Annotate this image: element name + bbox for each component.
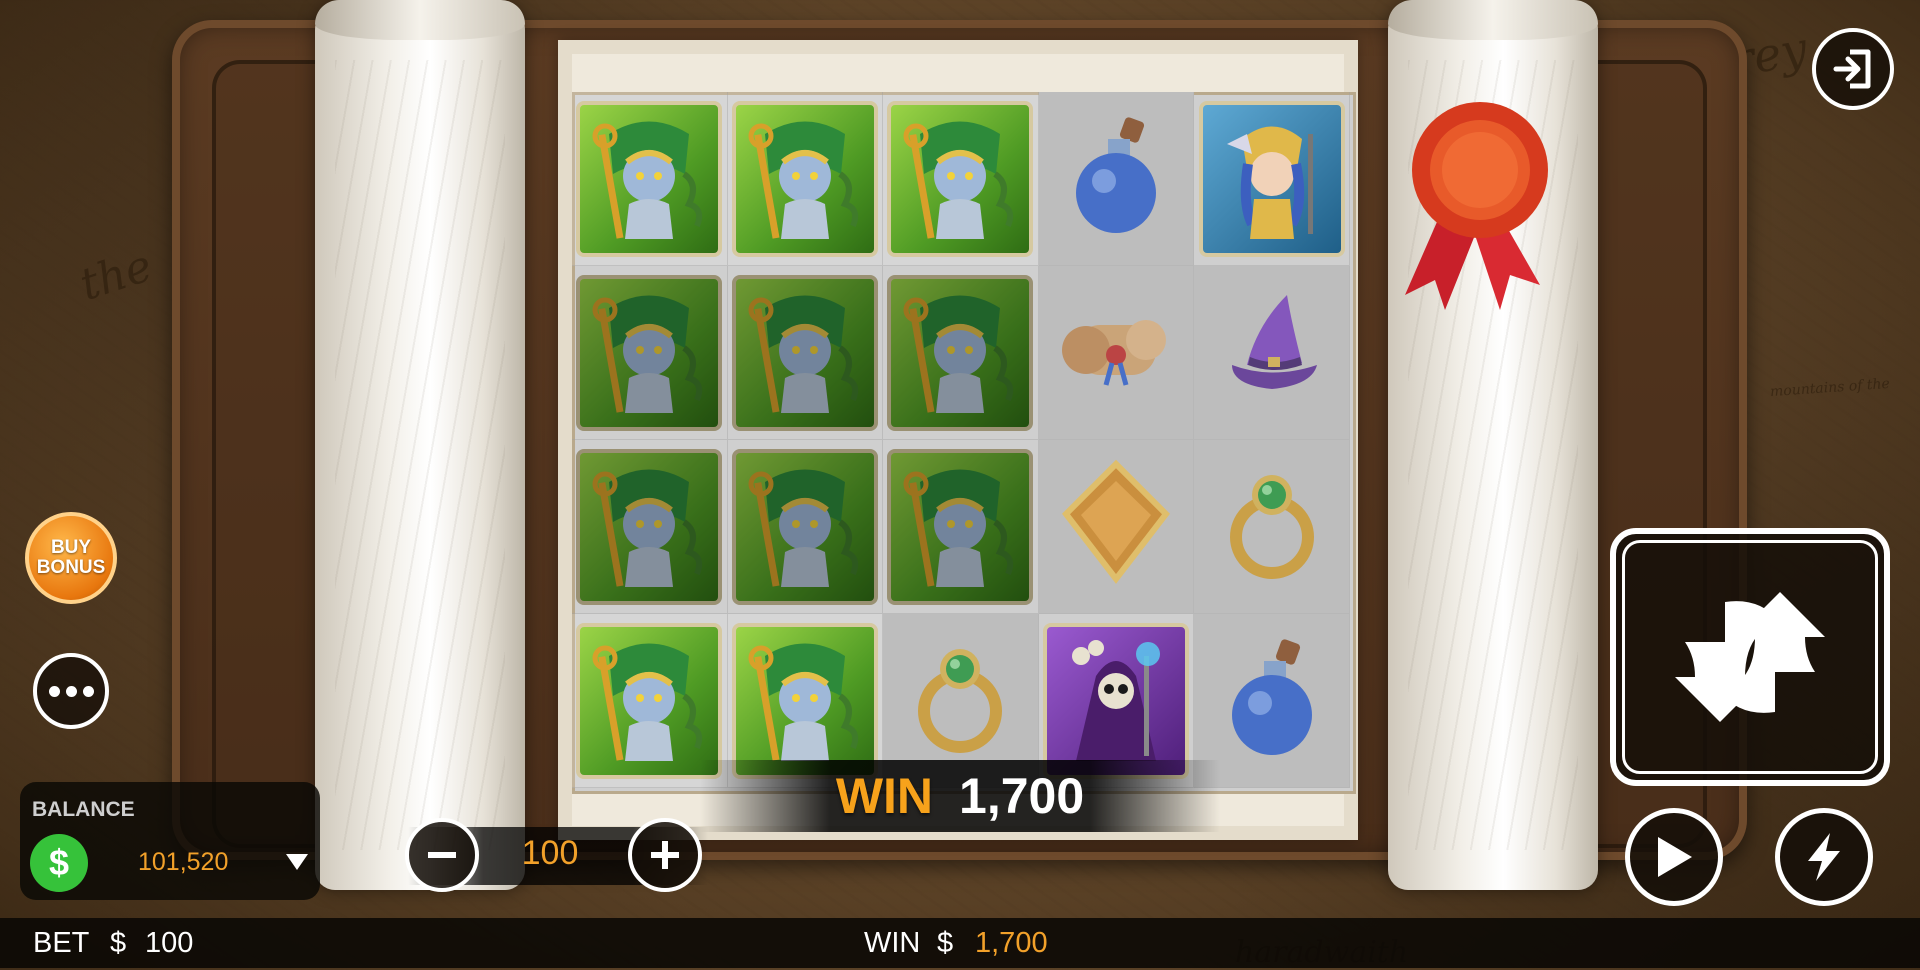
balance-panel: BALANCE $ 101,520 — [20, 782, 320, 900]
buy-bonus-label-line2: BONUS — [36, 557, 106, 578]
dollar-coin-icon: $ — [30, 834, 88, 892]
bet-label: BET — [33, 927, 90, 959]
menu-dot-icon — [82, 685, 94, 697]
balance-dropdown-arrow-icon[interactable] — [286, 854, 308, 870]
wax-seal-icon — [1405, 102, 1548, 310]
reel-cell — [727, 266, 884, 440]
emerald-ring-icon — [900, 633, 1020, 768]
plus-icon — [651, 841, 679, 869]
balance-label: BALANCE — [32, 798, 135, 821]
bet-decrease-button[interactable] — [405, 818, 479, 892]
win-label: WIN — [864, 927, 921, 959]
win-banner-value: 1,700 — [959, 768, 1085, 824]
reel-cell — [1194, 440, 1350, 614]
medusa-warrior-icon — [731, 448, 878, 605]
reel-grid — [572, 92, 1350, 788]
reel-cell — [883, 440, 1039, 614]
skeleton-necromancer-icon — [1043, 622, 1190, 779]
win-banner-label: WIN — [835, 768, 934, 824]
medusa-warrior-icon — [731, 274, 878, 431]
scroll-icon — [1056, 285, 1176, 420]
reel-cell — [1038, 92, 1195, 266]
win-amount: 1,700 — [975, 927, 1048, 959]
medusa-warrior-icon — [887, 448, 1034, 605]
minus-icon — [428, 852, 456, 858]
lightning-icon — [1808, 833, 1840, 881]
blue-valkyrie-icon — [1198, 100, 1345, 257]
wizard-hat-icon — [1212, 285, 1332, 420]
menu-dot-icon — [65, 685, 77, 697]
buy-bonus-button[interactable]: BUY BONUS — [25, 512, 117, 604]
autoplay-button[interactable] — [1625, 808, 1723, 906]
reel-cell — [727, 440, 884, 614]
reel-cell — [883, 92, 1039, 266]
blue-potion-icon — [1212, 633, 1332, 768]
bottom-status-bar: BET $ 100 WIN $ 1,700 — [0, 918, 1920, 968]
blue-potion-icon — [1056, 111, 1176, 246]
emerald-ring-icon — [1212, 459, 1332, 594]
reel-cell — [572, 440, 728, 614]
reel-cell — [727, 92, 884, 266]
win-banner: WIN 1,700 — [700, 760, 1220, 832]
bet-amount: 100 — [145, 927, 194, 959]
bet-increase-button[interactable] — [628, 818, 702, 892]
menu-dot-icon — [48, 685, 60, 697]
exit-button[interactable] — [1812, 28, 1894, 110]
shield-badge-icon — [1056, 459, 1176, 594]
play-icon — [1658, 837, 1692, 877]
spin-arrows-icon — [1675, 592, 1825, 722]
reel-cell — [883, 266, 1039, 440]
balance-value: 101,520 — [138, 848, 229, 876]
medusa-warrior-icon — [731, 100, 878, 257]
medusa-warrior-icon — [576, 274, 723, 431]
turbo-button[interactable] — [1775, 808, 1873, 906]
menu-button[interactable] — [33, 653, 109, 729]
medusa-warrior-icon — [887, 274, 1034, 431]
reel-cell — [1038, 266, 1195, 440]
exit-icon — [1833, 49, 1871, 89]
scroll-sketch — [335, 60, 505, 850]
reel-cell — [1038, 440, 1195, 614]
medusa-warrior-icon — [576, 448, 723, 605]
medusa-warrior-icon — [576, 100, 723, 257]
medusa-warrior-icon — [887, 100, 1034, 257]
reel-cell — [572, 92, 728, 266]
left-scroll — [315, 0, 525, 890]
medusa-warrior-icon — [576, 622, 723, 779]
reel-cell — [572, 266, 728, 440]
spin-button[interactable] — [1610, 528, 1890, 786]
win-currency: $ — [937, 927, 954, 959]
bet-currency: $ — [110, 927, 127, 959]
buy-bonus-label-line1: BUY — [50, 537, 92, 558]
reel-cell — [1194, 266, 1350, 440]
medusa-warrior-icon — [731, 622, 878, 779]
bet-value: 100 — [521, 834, 579, 872]
reel-cell — [1194, 92, 1350, 266]
